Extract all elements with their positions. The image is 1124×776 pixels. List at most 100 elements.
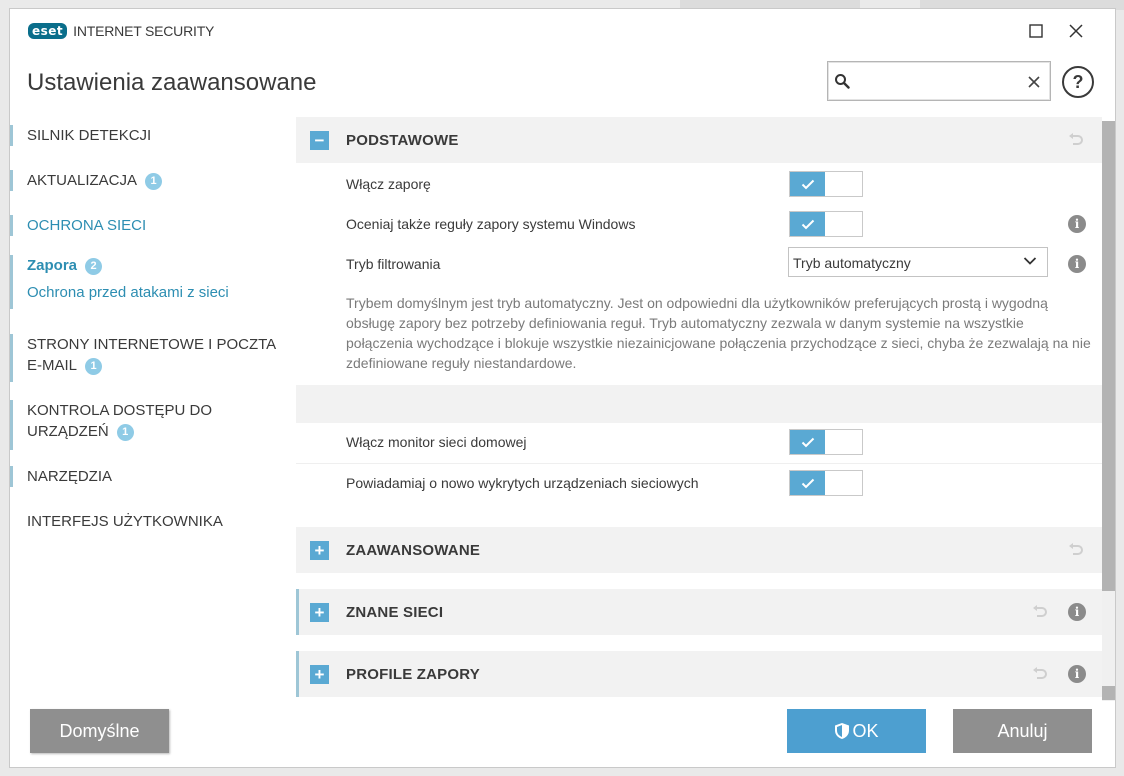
check-icon xyxy=(801,478,814,488)
revert-icon[interactable] xyxy=(1030,664,1050,684)
search-input[interactable] xyxy=(858,70,1018,92)
toggle-knob xyxy=(790,430,825,454)
section-title: ZNANE SIECI xyxy=(346,604,444,621)
chevron-down-icon xyxy=(1023,257,1037,265)
button-label: Anuluj xyxy=(997,720,1048,741)
setting-row-home-network-monitor: Włącz monitor sieci domowej xyxy=(296,423,1102,461)
setting-label: Włącz monitor sieci domowej xyxy=(346,434,527,450)
button-label: OK xyxy=(852,720,879,741)
page-title: Ustawienia zaawansowane xyxy=(27,69,317,96)
sidebar-item-label: AKTUALIZACJA xyxy=(27,172,138,189)
maximize-button[interactable] xyxy=(1024,19,1048,43)
sidebar-item-web-and-email[interactable]: STRONY INTERNETOWE I POCZTA E-MAIL 1 xyxy=(10,334,282,382)
section-title: PROFILE ZAPORY xyxy=(346,666,480,683)
notify-new-devices-toggle[interactable] xyxy=(789,470,863,496)
setting-label: Oceniaj także reguły zapory systemu Wind… xyxy=(346,216,636,232)
scrollbar-thumb[interactable] xyxy=(1102,121,1115,591)
enable-firewall-toggle[interactable] xyxy=(789,171,863,197)
settings-content: − PODSTAWOWE Włącz zaporę Oceniaj także … xyxy=(296,117,1104,697)
info-icon[interactable]: i xyxy=(1068,665,1086,683)
sidebar-item-label: Zapora xyxy=(27,257,78,274)
sidebar-item-label: INTERFEJS UŻYTKOWNIKA xyxy=(27,513,223,530)
sidebar-item-update[interactable]: AKTUALIZACJA 1 xyxy=(10,170,282,191)
vertical-scrollbar[interactable] xyxy=(1102,121,1115,701)
expand-icon[interactable]: + xyxy=(310,665,329,684)
default-button[interactable]: Domyślne xyxy=(30,709,169,753)
sidebar-item-label: KONTROLA DOSTĘPU DO xyxy=(27,402,213,419)
help-button[interactable]: ? xyxy=(1062,66,1094,98)
filtering-mode-description: Trybem domyślnym jest tryb automatyczny.… xyxy=(346,295,1091,371)
evaluate-windows-rules-toggle[interactable] xyxy=(789,211,863,237)
toggle-knob xyxy=(790,172,825,196)
maximize-icon xyxy=(1029,24,1043,38)
sidebar-item-tools[interactable]: NARZĘDZIA xyxy=(10,466,282,487)
sidebar-item-device-control[interactable]: KONTROLA DOSTĘPU DO URZĄDZEŃ 1 xyxy=(10,400,282,450)
notification-badge: 1 xyxy=(116,424,134,441)
sidebar-item-network-attack-protection[interactable]: Ochrona przed atakami z sieci xyxy=(27,282,282,303)
revert-icon[interactable] xyxy=(1066,130,1086,150)
setting-row-enable-firewall: Włącz zaporę xyxy=(296,165,1102,203)
sidebar-item-detection-engine[interactable]: SILNIK DETEKCJI xyxy=(10,125,282,146)
button-label: Domyślne xyxy=(59,720,140,741)
section-firewall-profiles-header[interactable]: + PROFILE ZAPORY i xyxy=(296,651,1102,697)
ok-button[interactable]: OK xyxy=(787,709,926,753)
notification-badge: 1 xyxy=(85,358,103,375)
search-icon xyxy=(835,74,850,89)
close-icon xyxy=(1069,24,1083,38)
sidebar-item-user-interface[interactable]: INTERFEJS UŻYTKOWNIKA xyxy=(10,511,282,532)
eset-logo-mark: eset xyxy=(28,23,68,39)
product-name: INTERNET SECURITY xyxy=(73,23,215,39)
info-icon[interactable]: i xyxy=(1068,215,1086,233)
filtering-mode-select[interactable]: Tryb automatyczny xyxy=(788,247,1048,277)
sidebar-item-firewall[interactable]: Zapora 2 xyxy=(27,255,282,276)
check-icon xyxy=(801,219,814,229)
shield-icon xyxy=(834,722,850,740)
revert-icon[interactable] xyxy=(1066,540,1086,560)
info-icon[interactable]: i xyxy=(1068,255,1086,273)
toggle-knob xyxy=(790,212,825,236)
close-button[interactable] xyxy=(1064,19,1088,43)
settings-window: eset INTERNET SECURITY Ustawienia zaawan… xyxy=(9,8,1116,768)
sidebar-item-label: E-MAIL xyxy=(27,357,78,374)
cancel-button[interactable]: Anuluj xyxy=(953,709,1092,753)
section-accent-bar xyxy=(296,651,299,697)
setting-label: Tryb filtrowania xyxy=(346,256,441,272)
section-basic-body: Włącz zaporę Oceniaj także reguły zapory… xyxy=(296,163,1102,525)
sidebar-item-label: SILNIK DETEKCJI xyxy=(27,127,152,144)
setting-row-windows-rules: Oceniaj także reguły zapory systemu Wind… xyxy=(296,205,1102,243)
scrollbar-end xyxy=(1102,686,1115,700)
sidebar-item-label: NARZĘDZIA xyxy=(27,468,113,485)
section-accent-bar xyxy=(296,589,299,635)
check-icon xyxy=(801,179,814,189)
app-logo: eset INTERNET SECURITY xyxy=(28,23,214,39)
revert-icon[interactable] xyxy=(1030,602,1050,622)
section-known-networks-header[interactable]: + ZNANE SIECI i xyxy=(296,589,1102,635)
clear-search-icon[interactable] xyxy=(1028,72,1040,93)
setting-label: Powiadamiaj o nowo wykrytych urządzeniac… xyxy=(346,475,699,491)
home-network-monitor-toggle[interactable] xyxy=(789,429,863,455)
section-basic-header[interactable]: − PODSTAWOWE xyxy=(296,117,1102,163)
collapse-icon[interactable]: − xyxy=(310,131,329,150)
sidebar-item-label: STRONY INTERNETOWE I POCZTA xyxy=(27,336,277,353)
help-icon: ? xyxy=(1072,71,1084,92)
sidebar-item-network-protection[interactable]: OCHRONA SIECI xyxy=(10,215,282,236)
sidebar-group-network: Zapora 2 Ochrona przed atakami z sieci xyxy=(10,255,282,309)
section-title: PODSTAWOWE xyxy=(346,132,459,149)
select-value: Tryb automatyczny xyxy=(793,255,911,271)
section-spacer xyxy=(296,385,1102,423)
setting-label: Włącz zaporę xyxy=(346,176,431,192)
notification-badge: 1 xyxy=(145,173,163,190)
setting-row-notify-new-devices: Powiadamiaj o nowo wykrytych urządzeniac… xyxy=(296,463,1102,501)
sidebar-item-label: Ochrona przed atakami z sieci xyxy=(27,284,229,301)
setting-row-filtering-mode: Tryb filtrowania Tryb automatyczny i xyxy=(296,245,1102,283)
expand-icon[interactable]: + xyxy=(310,541,329,560)
section-advanced-header[interactable]: + ZAAWANSOWANE xyxy=(296,527,1102,573)
sidebar-item-label: OCHRONA SIECI xyxy=(27,217,147,234)
info-icon[interactable]: i xyxy=(1068,603,1086,621)
notification-badge: 2 xyxy=(85,258,103,275)
sidebar-item-label: URZĄDZEŃ xyxy=(27,423,109,440)
search-box[interactable] xyxy=(827,61,1051,101)
expand-icon[interactable]: + xyxy=(310,603,329,622)
section-title: ZAAWANSOWANE xyxy=(346,542,481,559)
toggle-knob xyxy=(790,471,825,495)
